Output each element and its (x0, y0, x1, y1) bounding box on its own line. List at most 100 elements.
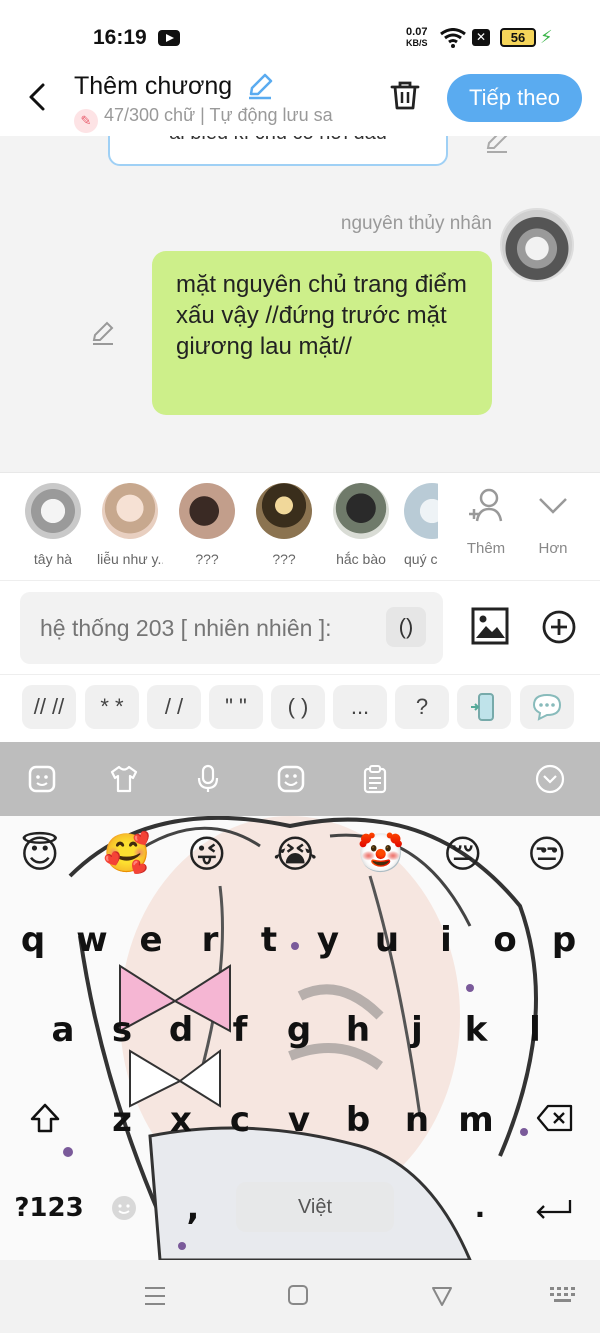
character-avatar (179, 483, 235, 539)
key-z[interactable]: z (95, 1088, 149, 1152)
quick-symbol-chip[interactable]: ? (395, 685, 449, 729)
microphone-icon[interactable] (193, 764, 223, 794)
key-v[interactable]: v (272, 1088, 326, 1152)
character-avatar (333, 483, 389, 539)
character-name: hắc bào (336, 551, 386, 567)
quick-symbol-chip[interactable]: * * (85, 685, 139, 729)
quick-symbol-chip[interactable]: " " (209, 685, 263, 729)
more-characters-button[interactable]: Hơn (523, 487, 583, 557)
chapter-status: ✎ 47/300 chữ | Tự động lưu sa (74, 105, 362, 133)
key-o[interactable]: o (478, 908, 532, 972)
key-p[interactable]: p (537, 908, 591, 972)
key-w[interactable]: w (65, 908, 119, 972)
sticker-icon[interactable] (27, 764, 57, 794)
quick-symbol-chip[interactable]: // // (22, 685, 76, 729)
add-circle-icon[interactable] (541, 609, 577, 645)
key-r[interactable]: r (183, 908, 237, 972)
trash-icon[interactable] (388, 78, 422, 112)
quick-symbol-chip[interactable]: ... (333, 685, 387, 729)
emoji-suggestion[interactable]: 😔 (443, 832, 483, 877)
emoji-suggestion[interactable]: 😭 (273, 832, 317, 877)
previous-message-bubble[interactable]: ai biểu kì chủ có nơi đâu (108, 136, 448, 166)
chat-area[interactable]: ai biểu kì chủ có nơi đâu nguyên thủy nh… (0, 136, 600, 472)
key-c[interactable]: c (213, 1088, 267, 1152)
character-item[interactable]: tây hà (20, 483, 86, 567)
key-t[interactable]: t (242, 908, 296, 972)
emoji-switch-key[interactable] (104, 1188, 144, 1228)
back-triangle-icon[interactable] (430, 1284, 454, 1308)
clipboard-icon[interactable] (360, 764, 390, 794)
character-name: liễu như y... (97, 551, 163, 567)
image-icon[interactable] (471, 607, 509, 645)
key-d[interactable]: d (154, 998, 208, 1062)
key-a[interactable]: a (36, 998, 90, 1062)
parentheses-button[interactable]: () (386, 607, 426, 647)
backspace-key[interactable] (520, 1086, 590, 1150)
key-g[interactable]: g (272, 998, 326, 1062)
key-b[interactable]: b (331, 1088, 385, 1152)
home-icon[interactable] (287, 1284, 309, 1306)
edit-previous-icon[interactable] (484, 136, 510, 154)
key-i[interactable]: i (419, 908, 473, 972)
key-u[interactable]: u (360, 908, 414, 972)
wifi-icon (440, 28, 466, 48)
keyboard-switch-icon[interactable] (549, 1284, 577, 1306)
key-n[interactable]: n (390, 1088, 444, 1152)
emoji-suggestion[interactable]: 😒 (527, 832, 567, 877)
period-key[interactable]: . (460, 1178, 500, 1238)
key-y[interactable]: y (301, 908, 355, 972)
key-m[interactable]: m (449, 1088, 503, 1152)
character-item[interactable]: ??? (251, 483, 317, 567)
enter-key[interactable] (520, 1184, 588, 1234)
battery-indicator: 56 (500, 28, 536, 47)
emoji-suggestion[interactable]: 🥰 (103, 832, 150, 876)
sender-avatar[interactable] (500, 208, 574, 282)
quick-symbol-chip[interactable]: / / (147, 685, 201, 729)
key-j[interactable]: j (390, 998, 444, 1062)
character-item[interactable]: liễu như y... (97, 483, 163, 567)
emoji-suggestion[interactable]: 😇 (20, 832, 60, 877)
key-s[interactable]: s (95, 998, 149, 1062)
emoji-suggestions: 😇 🥰 😜 😭 🤡 😔 😒 (0, 824, 600, 894)
sender-name: nguyên thủy nhân (340, 213, 492, 234)
key-k[interactable]: k (449, 998, 503, 1062)
edit-title-icon[interactable] (246, 72, 274, 100)
message-input[interactable] (20, 592, 443, 664)
character-item[interactable]: quý c (404, 483, 438, 567)
key-e[interactable]: e (124, 908, 178, 972)
edit-message-icon[interactable] (90, 320, 116, 346)
emoji-icon[interactable] (276, 764, 306, 794)
phone-action-chip[interactable] (457, 685, 511, 729)
emoji-suggestion[interactable]: 🤡 (357, 832, 404, 876)
backspace-icon (536, 1104, 573, 1132)
comma-key[interactable]: , (168, 1178, 218, 1238)
system-navigation-bar (0, 1260, 600, 1333)
menu-icon[interactable] (143, 1284, 167, 1308)
theme-shirt-icon[interactable] (109, 764, 139, 794)
emoji-suggestion[interactable]: 😜 (187, 832, 227, 877)
next-button[interactable]: Tiếp theo (447, 74, 582, 122)
chat-action-chip[interactable] (520, 685, 574, 729)
back-arrow-icon[interactable] (24, 82, 54, 112)
character-name: ??? (272, 551, 296, 567)
keyboard: 😇 🥰 😜 😭 🤡 😔 😒 q w e r t y u i o p a s d … (0, 816, 600, 1260)
charging-icon: ⚡ (540, 27, 553, 47)
no-sim-icon: ✕ (472, 29, 490, 46)
collapse-keyboard-icon[interactable] (535, 764, 565, 794)
message-bubble[interactable]: mặt nguyên chủ trang điểm xấu vậy //đứng… (152, 251, 492, 415)
space-bar[interactable]: Việt (236, 1182, 394, 1232)
enter-icon (536, 1200, 572, 1219)
character-item[interactable]: ??? (174, 483, 240, 567)
quick-symbol-chip[interactable]: ( ) (271, 685, 325, 729)
key-h[interactable]: h (331, 998, 385, 1062)
character-avatar (404, 483, 438, 539)
key-q[interactable]: q (6, 908, 60, 972)
key-f[interactable]: f (213, 998, 267, 1062)
speech-bubble-icon (532, 693, 562, 721)
numbers-key[interactable]: ?123 (10, 1178, 88, 1238)
key-l[interactable]: l (508, 998, 562, 1062)
key-x[interactable]: x (154, 1088, 208, 1152)
shift-key[interactable] (12, 1086, 78, 1150)
character-item[interactable]: hắc bào (328, 483, 394, 567)
add-character-button[interactable]: Thêm (456, 487, 516, 557)
